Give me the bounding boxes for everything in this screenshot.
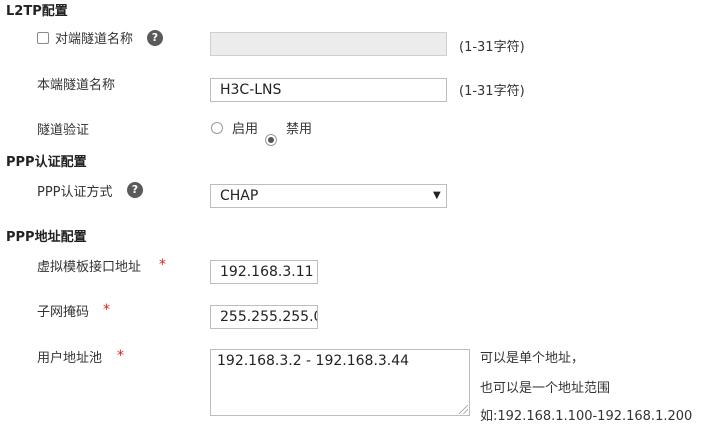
peer-tunnel-field[interactable]: [210, 32, 447, 56]
required-mark: *: [103, 302, 110, 318]
resize-grip-icon[interactable]: [459, 405, 468, 414]
address-pool-value: 192.168.3.2 - 192.168.3.44: [217, 353, 410, 369]
address-pool-textarea[interactable]: 192.168.3.2 - 192.168.3.44: [210, 349, 470, 416]
ppp-auth-method-value: CHAP: [220, 188, 259, 204]
auth-disable-radio[interactable]: [265, 134, 277, 146]
section-title-l2tp: L2TP配置: [6, 4, 68, 19]
auth-enable-radio[interactable]: [211, 122, 223, 134]
address-pool-label: 用户地址池: [37, 351, 103, 366]
help-icon[interactable]: ?: [147, 30, 163, 46]
section-title-ppp-addr: PPP地址配置: [6, 230, 87, 245]
address-pool-hint-2: 也可以是一个地址范围: [480, 381, 611, 396]
vt-address-label: 虚拟模板接口地址: [37, 260, 142, 275]
peer-tunnel-checkbox[interactable]: [37, 32, 49, 44]
subnet-mask-label: 子网掩码: [37, 305, 90, 320]
dropdown-arrow-icon[interactable]: ▼: [433, 190, 441, 201]
address-pool-hint-1: 可以是单个地址，: [480, 351, 585, 366]
help-icon[interactable]: ?: [127, 182, 143, 198]
ppp-auth-method-label: PPP认证方式: [37, 185, 113, 200]
subnet-mask-field[interactable]: 255.255.255.0: [210, 305, 318, 329]
required-mark: *: [117, 348, 124, 364]
peer-tunnel-hint: (1-31字符): [459, 40, 525, 55]
peer-tunnel-label: 对端隧道名称: [55, 32, 134, 47]
tunnel-auth-label: 隧道验证: [37, 123, 90, 138]
required-mark: *: [159, 257, 166, 273]
local-tunnel-field[interactable]: H3C-LNS: [210, 78, 447, 102]
vt-address-field[interactable]: 192.168.3.11: [210, 260, 318, 284]
auth-enable-label[interactable]: 启用: [232, 118, 258, 137]
auth-disable-label[interactable]: 禁用: [286, 118, 312, 137]
ppp-auth-method-select[interactable]: CHAP: [210, 184, 447, 208]
section-title-ppp-auth: PPP认证配置: [6, 155, 87, 170]
local-tunnel-label: 本端隧道名称: [37, 78, 116, 93]
address-pool-hint-3: 如:192.168.1.100-192.168.1.200: [480, 409, 693, 424]
local-tunnel-hint: (1-31字符): [459, 84, 525, 99]
